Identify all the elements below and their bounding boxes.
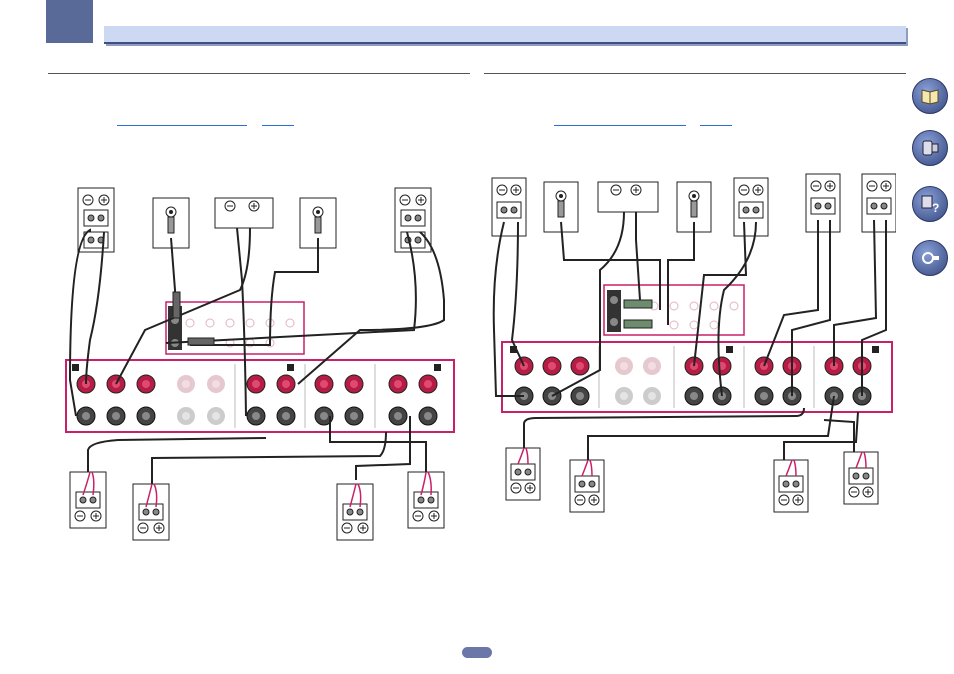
remote-icon[interactable] <box>912 130 948 166</box>
book-icon[interactable] <box>912 78 948 114</box>
left-link-1[interactable] <box>117 116 247 126</box>
right-link-2[interactable] <box>700 116 732 126</box>
left-section-rule <box>48 73 470 74</box>
page-number-pill <box>462 647 492 658</box>
right-section-rule <box>484 73 906 74</box>
help-icon[interactable]: ? <box>912 186 948 222</box>
left-link-2[interactable] <box>262 116 294 126</box>
left-wiring-diagram <box>65 187 455 541</box>
section-header-bar <box>104 26 906 44</box>
right-wiring-diagram <box>491 173 896 513</box>
svg-text:?: ? <box>932 201 939 214</box>
chapter-tab <box>46 0 93 43</box>
right-link-1[interactable] <box>554 116 686 126</box>
settings-icon[interactable] <box>912 240 948 276</box>
